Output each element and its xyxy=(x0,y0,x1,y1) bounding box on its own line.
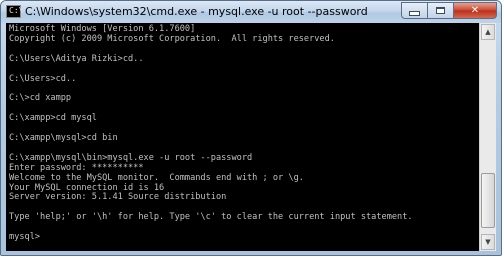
console-line: Copyright (c) 2009 Microsoft Corporation… xyxy=(9,33,335,44)
maximize-icon xyxy=(436,7,445,14)
minimize-icon xyxy=(409,11,420,16)
console-line: C:\Users\Aditya Rizki>cd.. xyxy=(9,53,144,64)
scroll-up-arrow-icon[interactable]: ▲ xyxy=(481,24,495,40)
console-line: Your MySQL connection id is 16 xyxy=(9,182,165,193)
vertical-scrollbar[interactable]: ▲ ▼ xyxy=(479,23,496,251)
title-bar[interactable]: C:\ C:\Windows\system32\cmd.exe - mysql.… xyxy=(1,1,501,23)
console-line: Welcome to the MySQL monitor. Commands e… xyxy=(9,172,304,183)
console-line: C:\Users>cd.. xyxy=(9,73,77,84)
caption-buttons: ✕ xyxy=(401,2,497,20)
console-line: C:\xampp\mysql>cd bin xyxy=(9,132,118,143)
maximize-button[interactable] xyxy=(427,2,453,19)
console-line: C:\xampp\mysql\bin>mysql.exe -u root --p… xyxy=(9,152,253,163)
console-line: Enter password: ********** xyxy=(9,162,144,173)
console-text: Microsoft Windows [Version 6.1.7600] Cop… xyxy=(6,23,479,243)
scroll-thumb[interactable] xyxy=(481,173,495,228)
console-line: Microsoft Windows [Version 6.1.7600] xyxy=(9,24,196,34)
console-line: C:\xampp>cd mysql xyxy=(9,113,97,124)
cmd-window: C:\ C:\Windows\system32\cmd.exe - mysql.… xyxy=(0,0,502,256)
console-line: C:\>cd xampp xyxy=(9,93,72,104)
close-icon: ✕ xyxy=(470,5,480,16)
close-button[interactable]: ✕ xyxy=(453,2,497,19)
console-line: Server version: 5.1.41 Source distributi… xyxy=(9,192,227,203)
console-line: mysql> xyxy=(9,232,41,243)
cmd-app-icon[interactable]: C:\ xyxy=(6,5,24,18)
minimize-button[interactable] xyxy=(401,2,427,19)
window-title: C:\Windows\system32\cmd.exe - mysql.exe … xyxy=(25,5,368,18)
cmd-icon-glyph: C:\ xyxy=(9,6,24,15)
scroll-down-arrow-icon[interactable]: ▼ xyxy=(481,234,495,250)
console-output[interactable]: Microsoft Windows [Version 6.1.7600] Cop… xyxy=(6,23,479,251)
console-line: Type 'help;' or '\h' for help. Type '\c'… xyxy=(9,212,413,223)
